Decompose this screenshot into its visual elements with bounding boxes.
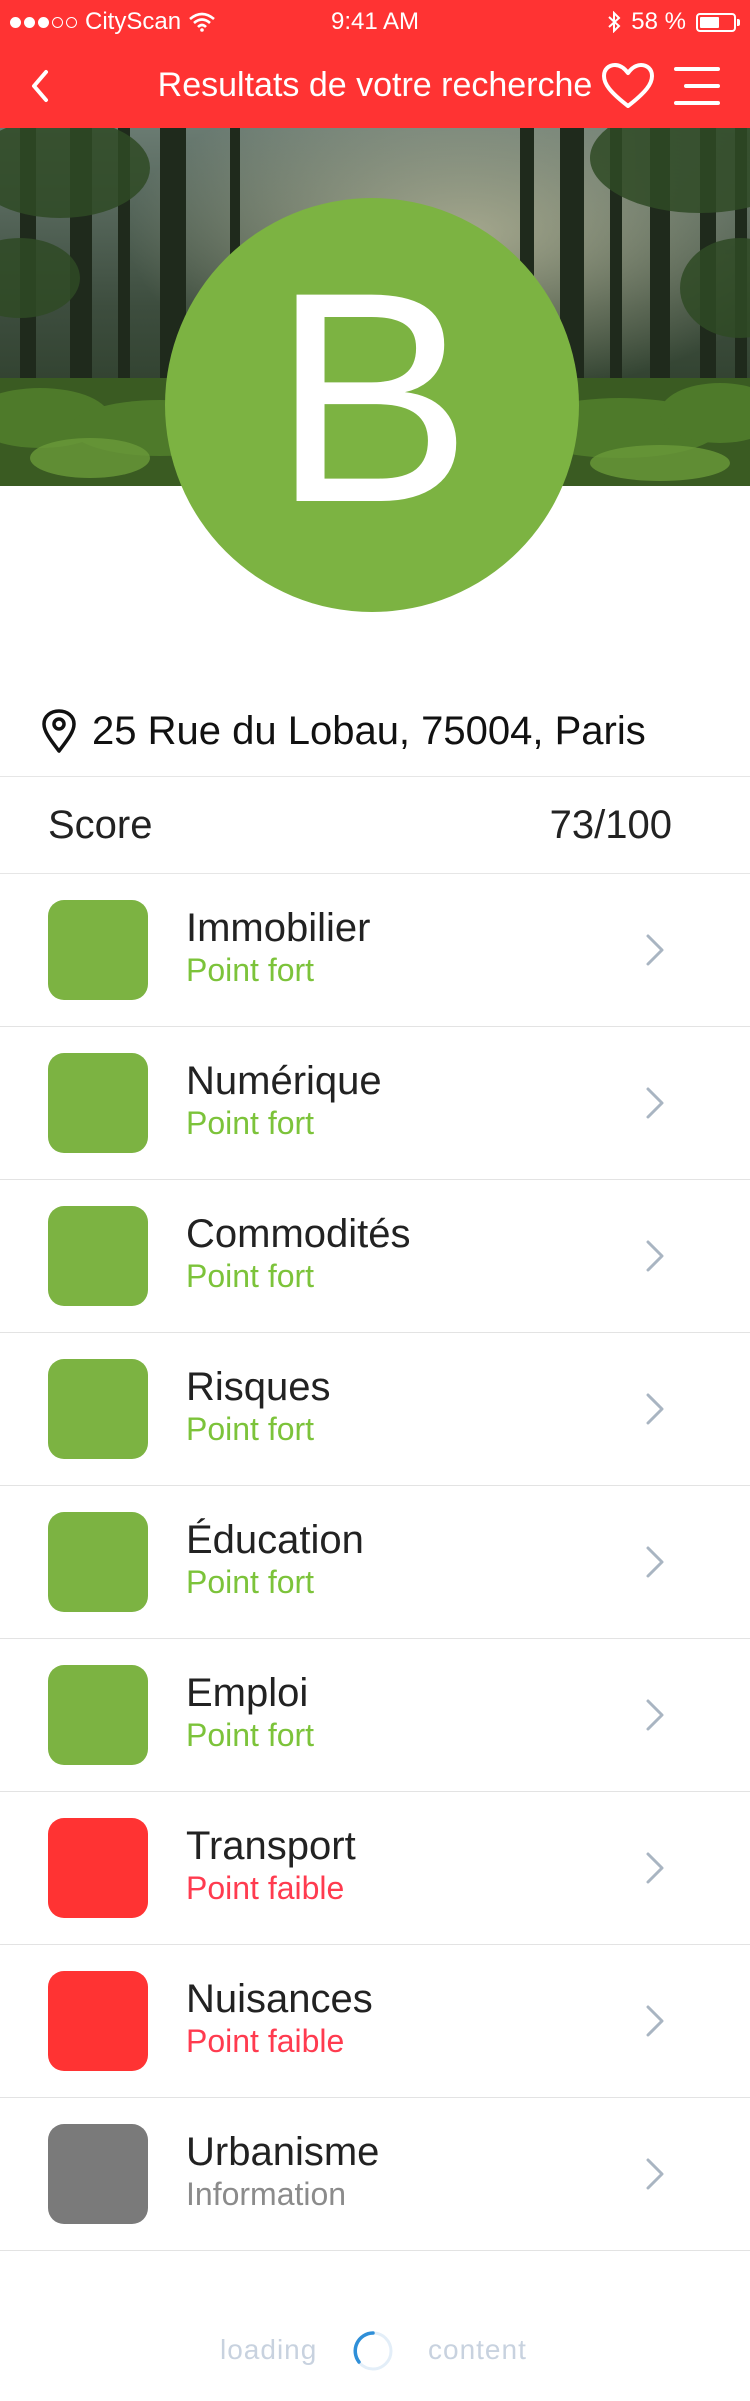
category-color-square [48, 1665, 148, 1765]
category-row-numerique[interactable]: Numérique Point fort [0, 1027, 750, 1180]
category-color-square [48, 1359, 148, 1459]
spinner-icon [353, 2331, 393, 2371]
menu-icon[interactable] [672, 64, 722, 108]
location-pin-icon [42, 709, 76, 753]
category-status: Information [186, 2176, 347, 2212]
category-name: Emploi [186, 1671, 309, 1715]
category-status: Point fort [186, 1564, 315, 1600]
chevron-right-icon [646, 1393, 664, 1425]
heart-icon[interactable] [600, 62, 656, 110]
category-row-commodites[interactable]: Commodités Point fort [0, 1180, 750, 1333]
nav-bar: Resultats de votre recherche [0, 44, 750, 128]
category-name: Urbanisme [186, 2130, 380, 2174]
category-name: Risques [186, 1365, 331, 1409]
content-label: content [428, 2334, 527, 2365]
loading-label: loading [220, 2334, 318, 2365]
category-name: Éducation [186, 1518, 364, 1562]
category-name: Numérique [186, 1059, 382, 1103]
category-status: Point faible [186, 2023, 345, 2059]
category-color-square [48, 1512, 148, 1612]
battery-percent: 58 % [631, 8, 686, 35]
category-row-education[interactable]: Éducation Point fort [0, 1486, 750, 1639]
chevron-right-icon [646, 934, 664, 966]
category-status: Point fort [186, 1105, 315, 1141]
status-right: 58 % [607, 8, 740, 36]
chevron-right-icon [646, 1546, 664, 1578]
chevron-right-icon [646, 2158, 664, 2190]
category-color-square [48, 900, 148, 1000]
loading-indicator: loading content [0, 2310, 750, 2380]
category-status: Point fort [186, 952, 315, 988]
score-label: Score [48, 803, 153, 847]
category-name: Commodités [186, 1212, 411, 1256]
category-name: Nuisances [186, 1977, 373, 2021]
score-row: Score 73/100 [0, 777, 750, 873]
category-status: Point faible [186, 1870, 345, 1906]
grade-letter: B [271, 229, 473, 565]
chevron-right-icon [646, 1087, 664, 1119]
category-row-nuisances[interactable]: Nuisances Point faible [0, 1945, 750, 2098]
category-list: Immobilier Point fort Numérique Point fo… [0, 874, 750, 2251]
category-row-urbanisme[interactable]: Urbanisme Information [0, 2098, 750, 2251]
category-row-emploi[interactable]: Emploi Point fort [0, 1639, 750, 1792]
category-name: Immobilier [186, 906, 371, 950]
category-row-risques[interactable]: Risques Point fort [0, 1333, 750, 1486]
category-row-transport[interactable]: Transport Point faible [0, 1792, 750, 1945]
chevron-right-icon [646, 2005, 664, 2037]
grade-badge: B [165, 198, 579, 612]
chevron-right-icon [646, 1699, 664, 1731]
status-bar: CityScan 9:41 AM 58 % [0, 0, 750, 44]
category-status: Point fort [186, 1717, 315, 1753]
chevron-right-icon [646, 1852, 664, 1884]
category-row-immobilier[interactable]: Immobilier Point fort [0, 874, 750, 1027]
category-color-square [48, 1818, 148, 1918]
address-text: 25 Rue du Lobau, 75004, Paris [92, 708, 646, 753]
category-status: Point fort [186, 1258, 315, 1294]
category-color-square [48, 1206, 148, 1306]
chevron-right-icon [646, 1240, 664, 1272]
category-name: Transport [186, 1824, 356, 1868]
address-row: 25 Rue du Lobau, 75004, Paris [0, 686, 750, 776]
category-color-square [48, 2124, 148, 2224]
category-color-square [48, 1053, 148, 1153]
bluetooth-icon [608, 11, 621, 33]
battery-icon [696, 12, 740, 32]
category-status: Point fort [186, 1411, 315, 1447]
category-color-square [48, 1971, 148, 2071]
score-value: 73/100 [549, 803, 672, 847]
